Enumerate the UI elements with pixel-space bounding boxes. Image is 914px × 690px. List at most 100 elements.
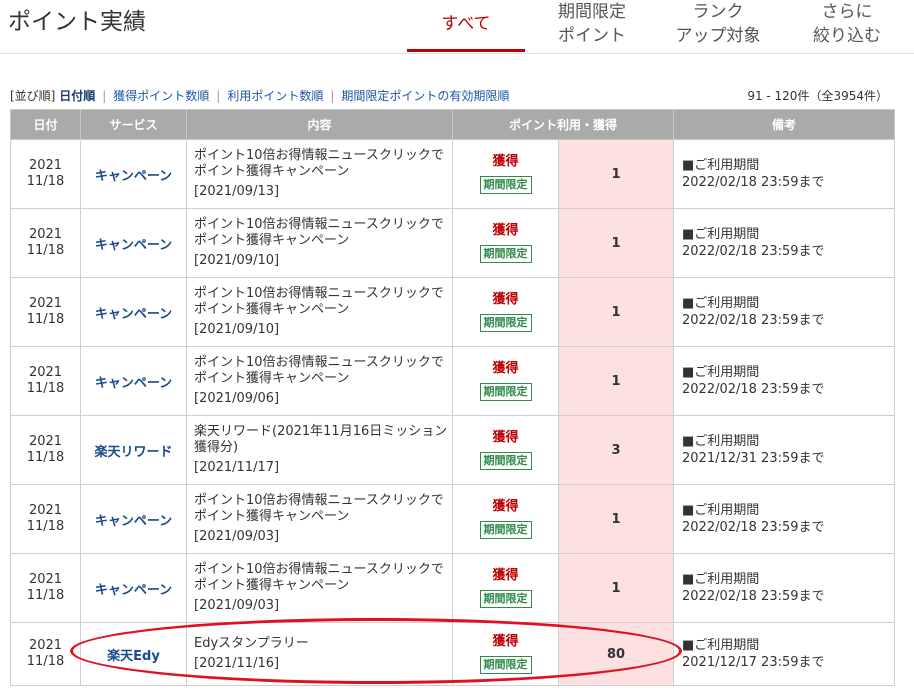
row-note: ■ご利用期間 2021/12/31 23:59まで xyxy=(673,415,895,485)
row-note: ■ご利用期間 2022/02/18 23:59まで xyxy=(673,139,895,209)
row-year: 2021 xyxy=(28,365,63,380)
row-year: 2021 xyxy=(28,158,63,173)
row-note: ■ご利用期間 2022/02/18 23:59まで xyxy=(673,553,895,623)
row-note-label: ■ご利用期間 xyxy=(682,434,760,449)
row-note: ■ご利用期間 2022/02/18 23:59まで xyxy=(673,277,895,347)
row-note-label: ■ご利用期間 xyxy=(682,227,760,242)
row-content-text: Edyスタンプラリー xyxy=(194,636,309,651)
row-note-value: 2022/02/18 23:59まで xyxy=(682,313,825,328)
row-points: 1 xyxy=(558,139,674,209)
row-points: 80 xyxy=(558,622,674,686)
table-header-row: 日付 サービス 内容 ポイント利用・獲得 備考 xyxy=(10,109,895,140)
row-day: 11/18 xyxy=(26,588,65,603)
tab-more-filters-line1: さらに xyxy=(821,2,873,22)
row-content-date: [2021/09/10] xyxy=(194,322,280,337)
header-points: ポイント利用・獲得 xyxy=(452,109,674,140)
row-type: 獲得 期間限定 xyxy=(452,208,559,278)
row-content-text: ポイント10倍お得情報ニュースクリックでポイント獲得キャンペーン xyxy=(194,148,444,179)
row-content-text: ポイント10倍お得情報ニュースクリックでポイント獲得キャンペーン xyxy=(194,355,444,386)
row-content: ポイント10倍お得情報ニュースクリックでポイント獲得キャンペーン [2021/09… xyxy=(186,553,453,623)
earned-label: 獲得 xyxy=(492,499,519,514)
earned-label: 獲得 xyxy=(492,223,519,238)
row-content: ポイント10倍お得情報ニュースクリックでポイント獲得キャンペーン [2021/09… xyxy=(186,208,453,278)
sort-separator: | xyxy=(330,89,335,103)
table-row: 2021 11/18 楽天リワード 楽天リワード(2021年11月16日ミッション獲得… xyxy=(10,415,895,485)
row-content-date: [2021/09/10] xyxy=(194,253,280,268)
row-content-text: ポイント10倍お得情報ニュースクリックでポイント獲得キャンペーン xyxy=(194,562,444,593)
row-type: 獲得 期間限定 xyxy=(452,484,559,554)
tab-all[interactable]: すべて xyxy=(407,12,525,36)
row-service: キャンペーン xyxy=(80,277,187,347)
tab-rank-up-line1: ランク xyxy=(692,2,744,22)
row-year: 2021 xyxy=(28,434,63,449)
row-points: 1 xyxy=(558,208,674,278)
earned-label: 獲得 xyxy=(492,154,519,169)
sort-by-earned-link[interactable]: 獲得ポイント数順 xyxy=(113,89,209,103)
limited-time-badge: 期間限定 xyxy=(479,176,532,194)
row-note-value: 2022/02/18 23:59まで xyxy=(682,589,825,604)
tab-limited-points-line2: ポイント xyxy=(558,26,626,46)
row-year: 2021 xyxy=(28,503,63,518)
result-range: 91 - 120件（全3954件） xyxy=(747,89,888,103)
row-note-label: ■ご利用期間 xyxy=(682,503,760,518)
limited-time-badge: 期間限定 xyxy=(479,452,532,470)
tab-limited-points[interactable]: 期間限定 ポイント xyxy=(545,0,639,48)
row-year: 2021 xyxy=(28,572,63,587)
limited-time-badge: 期間限定 xyxy=(479,656,532,674)
limited-time-badge: 期間限定 xyxy=(479,245,532,263)
limited-time-badge: 期間限定 xyxy=(479,314,532,332)
row-note: ■ご利用期間 2022/02/18 23:59まで xyxy=(673,208,895,278)
table-row: 2021 11/18 キャンペーン ポイント10倍お得情報ニュースクリックでポイント獲… xyxy=(10,346,895,416)
row-content-date: [2021/09/06] xyxy=(194,391,280,406)
table-row: 2021 11/18 キャンペーン ポイント10倍お得情報ニュースクリックでポイント獲… xyxy=(10,277,895,347)
table-row: 2021 11/18 キャンペーン ポイント10倍お得情報ニュースクリックでポイント獲… xyxy=(10,484,895,554)
limited-time-badge: 期間限定 xyxy=(479,521,532,539)
row-content: ポイント10倍お得情報ニュースクリックでポイント獲得キャンペーン [2021/09… xyxy=(186,484,453,554)
earned-label: 獲得 xyxy=(492,361,519,376)
row-date: 2021 11/18 xyxy=(10,415,81,485)
tab-more-filters[interactable]: さらに 絞り込む xyxy=(796,0,898,48)
row-date: 2021 11/18 xyxy=(10,622,81,686)
row-service: キャンペーン xyxy=(80,484,187,554)
row-points: 1 xyxy=(558,484,674,554)
row-date: 2021 11/18 xyxy=(10,346,81,416)
sort-by-expiry-link[interactable]: 期間限定ポイントの有効期限順 xyxy=(341,89,509,103)
tab-all-label: すべて xyxy=(441,14,491,34)
earned-label: 獲得 xyxy=(492,568,519,583)
row-points: 1 xyxy=(558,553,674,623)
row-day: 11/18 xyxy=(26,381,65,396)
row-note-label: ■ご利用期間 xyxy=(682,572,760,587)
row-note-value: 2022/02/18 23:59まで xyxy=(682,244,825,259)
row-year: 2021 xyxy=(28,227,63,242)
header-date: 日付 xyxy=(10,109,81,140)
header-notes: 備考 xyxy=(673,109,895,140)
row-date: 2021 11/18 xyxy=(10,139,81,209)
sort-current: 日付順 xyxy=(59,89,96,103)
sort-prefix: [並び順] xyxy=(10,89,56,103)
row-date: 2021 11/18 xyxy=(10,208,81,278)
active-tab-indicator xyxy=(407,49,525,52)
limited-time-badge: 期間限定 xyxy=(479,383,532,401)
row-content-date: [2021/11/17] xyxy=(194,460,280,475)
row-day: 11/18 xyxy=(26,312,65,327)
sort-separator: | xyxy=(216,89,221,103)
row-note-value: 2022/02/18 23:59まで xyxy=(682,520,825,535)
row-type: 獲得 期間限定 xyxy=(452,139,559,209)
sort-by-used-link[interactable]: 利用ポイント数順 xyxy=(227,89,323,103)
table-row: 2021 11/18 楽天Edy Edyスタンプラリー [2021/11/16] 獲得 期間… xyxy=(10,622,895,686)
row-content-text: ポイント10倍お得情報ニュースクリックでポイント獲得キャンペーン xyxy=(194,286,444,317)
earned-label: 獲得 xyxy=(492,292,519,307)
row-note: ■ご利用期間 2022/02/18 23:59まで xyxy=(673,346,895,416)
row-points: 1 xyxy=(558,346,674,416)
row-content-text: ポイント10倍お得情報ニュースクリックでポイント獲得キャンペーン xyxy=(194,217,444,248)
row-day: 11/18 xyxy=(26,450,65,465)
tab-rank-up[interactable]: ランク アップ対象 xyxy=(662,0,774,48)
row-day: 11/18 xyxy=(26,654,65,669)
row-year: 2021 xyxy=(28,296,63,311)
row-service: キャンペーン xyxy=(80,208,187,278)
page-title: ポイント実績 xyxy=(8,9,146,35)
row-content-text: 楽天リワード(2021年11月16日ミッション獲得分) xyxy=(194,424,448,455)
row-type: 獲得 期間限定 xyxy=(452,346,559,416)
row-day: 11/18 xyxy=(26,519,65,534)
row-content: ポイント10倍お得情報ニュースクリックでポイント獲得キャンペーン [2021/09… xyxy=(186,277,453,347)
